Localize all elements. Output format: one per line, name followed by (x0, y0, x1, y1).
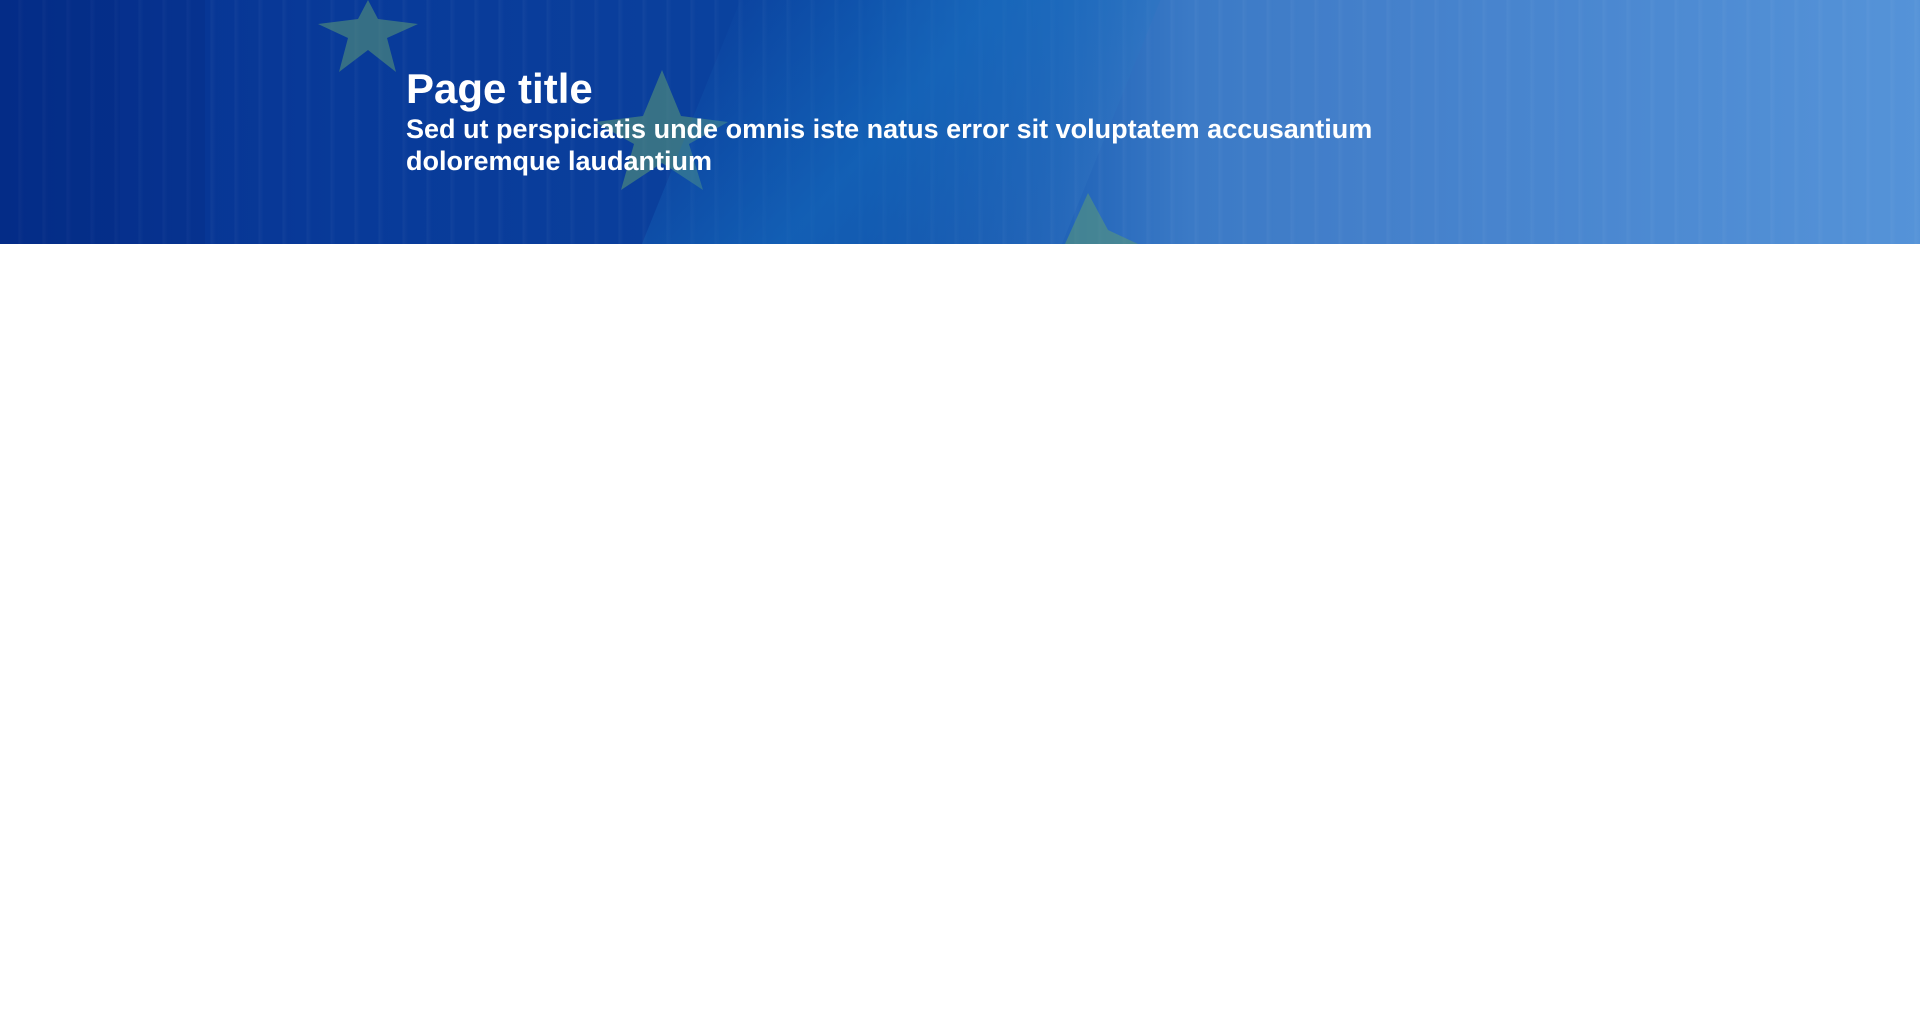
page-title: Page title (406, 65, 593, 112)
page-header-banner: Page title Sed ut perspiciatis unde omni… (0, 0, 1920, 244)
flag-star-icon (318, 0, 418, 72)
header-content: Page title Sed ut perspiciatis unde omni… (406, 64, 1446, 177)
flag-star-icon (1065, 193, 1138, 244)
main-content-empty (0, 244, 1920, 1032)
page-subtitle: Sed ut perspiciatis unde omnis iste natu… (406, 114, 1373, 176)
